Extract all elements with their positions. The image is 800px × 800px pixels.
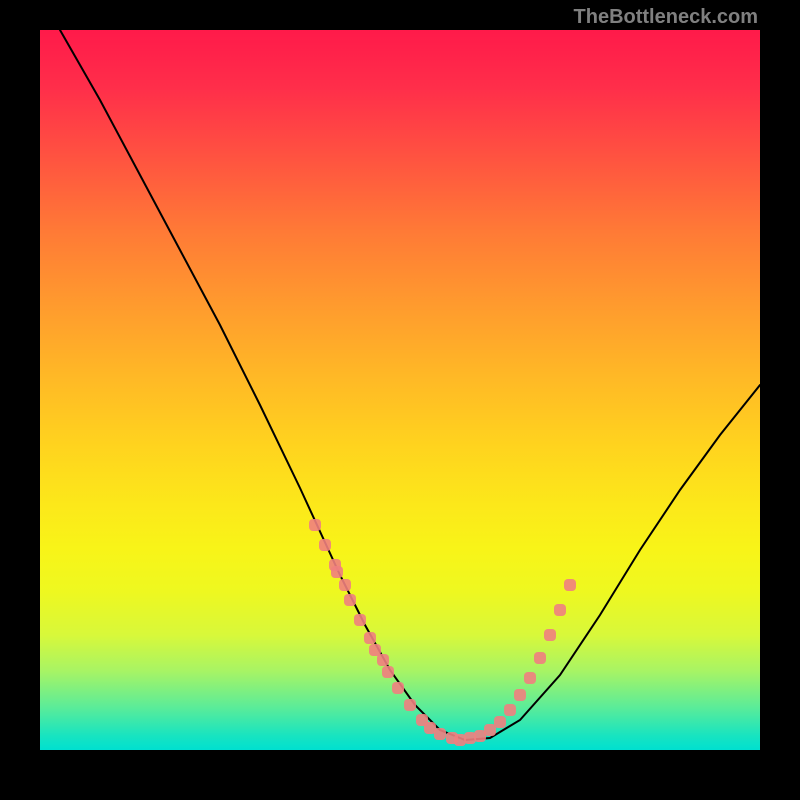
- attribution-text: TheBottleneck.com: [574, 6, 758, 29]
- chart-container: TheBottleneck.com: [0, 0, 800, 800]
- plot-area: [40, 30, 760, 750]
- curve-svg: [40, 30, 760, 750]
